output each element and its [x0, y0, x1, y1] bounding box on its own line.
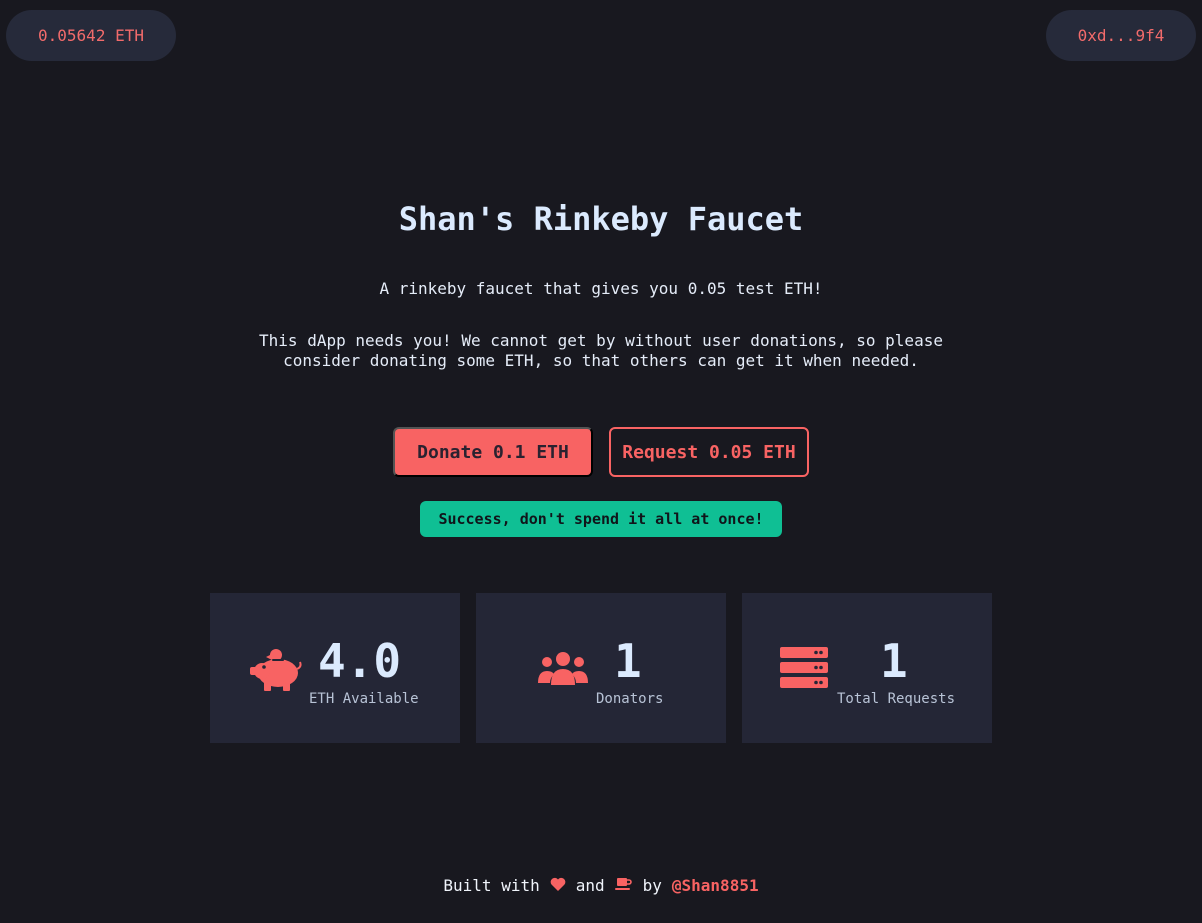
stat-label: Donators	[596, 691, 664, 707]
success-message: Success, don't spend it all at once!	[438, 510, 764, 528]
donate-button[interactable]: Donate 0.1 ETH	[393, 427, 593, 477]
footer-and: and	[575, 876, 605, 895]
stat-value: 1	[614, 634, 642, 688]
wallet-balance-text: 0.05642 ETH	[38, 26, 144, 45]
heart-icon	[550, 876, 566, 895]
wallet-address-pill[interactable]: 0xd...9f4	[1046, 10, 1196, 61]
stat-label: ETH Available	[309, 691, 419, 707]
stat-card-total-requests: 1 Total Requests	[742, 593, 992, 743]
donation-appeal: This dApp needs you! We cannot get by wi…	[259, 331, 943, 370]
tagline: A rinkeby faucet that gives you 0.05 tes…	[379, 279, 823, 298]
request-button[interactable]: Request 0.05 ETH	[609, 427, 809, 477]
stat-value: 1	[880, 634, 908, 688]
author-link[interactable]: @Shan8851	[672, 876, 759, 895]
stat-value: 4.0	[318, 634, 402, 688]
success-toast: Success, don't spend it all at once!	[420, 501, 782, 537]
server-icon	[780, 647, 828, 693]
piggy-bank-icon	[250, 647, 302, 695]
page-title: Shan's Rinkeby Faucet	[398, 200, 804, 238]
wallet-address-text: 0xd...9f4	[1077, 26, 1165, 45]
wallet-balance-pill[interactable]: 0.05642 ETH	[6, 10, 176, 61]
stat-card-donators: 1 Donators	[476, 593, 726, 743]
footer-built-with: Built with	[443, 876, 540, 895]
users-icon	[538, 651, 588, 689]
stat-label: Total Requests	[837, 691, 956, 707]
stat-card-eth-available: 4.0 ETH Available	[210, 593, 460, 743]
footer-by: by	[642, 876, 662, 895]
footer: Built with and by @Shan8851	[0, 876, 1202, 895]
coffee-icon	[614, 876, 633, 895]
